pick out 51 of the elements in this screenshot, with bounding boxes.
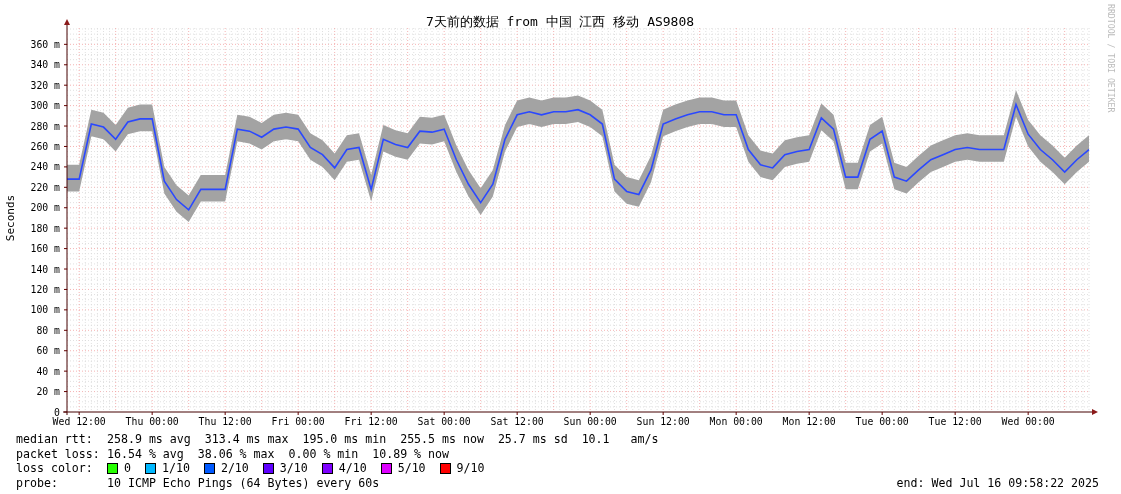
stat-values: 258.9 ms avg 313.4 ms max 195.0 ms min 255.5 ms now 25.7 ms sd 10.1 am/s — [107, 432, 659, 447]
y-tick-label: 180 m — [30, 222, 60, 234]
legend-text: 9/10 — [456, 461, 485, 476]
stat-label: packet loss: — [16, 446, 101, 462]
x-tick-label: Tue 12:00 — [928, 416, 982, 427]
y-tick-label: 200 m — [30, 202, 60, 214]
legend-text: 3/10 — [279, 461, 308, 476]
y-tick-label: 140 m — [30, 263, 60, 275]
y-tick-label: 80 m — [36, 324, 60, 336]
x-tick-label: Sat 00:00 — [417, 416, 471, 427]
probe-text: 10 ICMP Echo Pings (64 Bytes) every 60s — [107, 475, 381, 491]
legend-text: 1/10 — [162, 461, 190, 476]
legend-text: 5/10 — [397, 461, 426, 476]
y-tick-label: 340 m — [30, 59, 60, 71]
y-axis-label: Seconds — [4, 194, 17, 242]
y-tick-label: 300 m — [30, 100, 60, 112]
y-tick-label: 40 m — [36, 365, 60, 377]
x-tick-label: Wed 00:00 — [1001, 416, 1055, 427]
legend-text: 4/10 — [338, 461, 367, 476]
y-tick-label: 260 m — [30, 140, 60, 152]
y-tick-label: 100 m — [30, 304, 60, 316]
probe-label: probe: — [16, 475, 59, 491]
y-tick-label: 60 m — [36, 345, 60, 357]
chart-title: 7天前的数据 from 中国 江西 移动 AS9808 — [425, 14, 695, 29]
y-tick-label: 160 m — [30, 243, 60, 255]
x-tick-label: Mon 12:00 — [782, 416, 836, 427]
y-tick-label: 0 — [54, 406, 60, 418]
y-tick-label: 280 m — [30, 120, 60, 132]
stat-values: 16.54 % avg 38.06 % max 0.00 % min 10.89 % now — [107, 446, 450, 462]
y-tick-label: 240 m — [30, 161, 60, 173]
x-tick-label: Thu 00:00 — [125, 416, 179, 427]
x-tick-label: Thu 12:00 — [198, 416, 252, 427]
legend-text: 0 — [124, 461, 131, 476]
stat-label: median rtt: — [16, 432, 94, 447]
end-time: end: Wed Jul 16 09:58:22 2025 — [896, 475, 1099, 491]
x-tick-label: Sun 00:00 — [563, 416, 617, 427]
x-tick-label: Wed 12:00 — [52, 416, 106, 427]
legend-label: loss color: — [16, 461, 94, 476]
x-tick-label: Sat 12:00 — [490, 416, 544, 427]
x-tick-label: Fri 12:00 — [344, 416, 398, 427]
legend-text: 2/10 — [220, 461, 249, 476]
x-tick-label: Sun 12:00 — [636, 416, 690, 427]
x-tick-label: Mon 00:00 — [709, 416, 763, 427]
y-tick-label: 360 m — [30, 38, 60, 50]
y-tick-label: 220 m — [30, 181, 60, 193]
credit-text: RRDTOOL / TOBI OETIKER — [1106, 4, 1116, 113]
x-tick-label: Tue 00:00 — [855, 416, 909, 427]
x-tick-label: Fri 00:00 — [271, 416, 325, 427]
y-tick-label: 20 m — [36, 386, 60, 398]
y-tick-label: 320 m — [30, 79, 60, 91]
y-tick-label: 120 m — [30, 283, 60, 295]
